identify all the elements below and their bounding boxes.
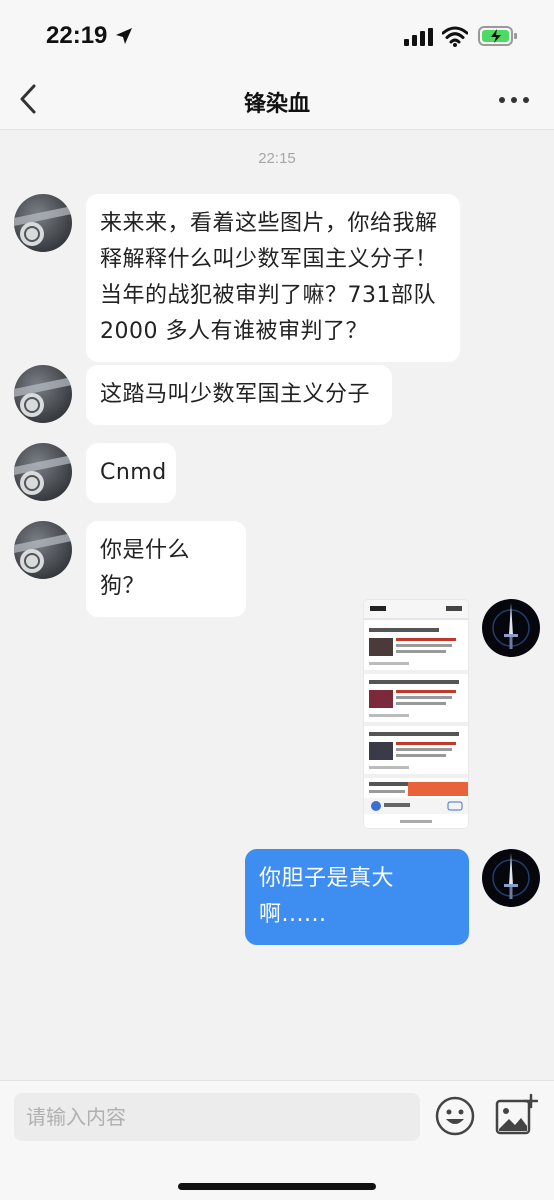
user-avatar[interactable] <box>482 599 540 657</box>
status-time: 22:19 <box>46 22 108 49</box>
cellular-signal-icon <box>404 28 433 46</box>
location-arrow-icon <box>116 28 132 44</box>
message-input-bar <box>0 1080 554 1200</box>
more-dots-icon[interactable] <box>494 88 534 112</box>
home-indicator[interactable] <box>178 1183 376 1190</box>
user-avatar[interactable] <box>482 849 540 907</box>
message-timestamp: 22:15 <box>258 150 296 167</box>
page-title: 锋染血 <box>243 92 310 117</box>
message-bubble-outgoing[interactable]: 你胆子是真大啊...... <box>245 849 469 945</box>
message-bubble-incoming[interactable]: 你是什么狗？ <box>86 521 246 617</box>
message-bubble-incoming[interactable]: Cnmd <box>86 443 176 503</box>
contact-avatar[interactable] <box>14 521 72 579</box>
message-input[interactable] <box>14 1093 420 1141</box>
contact-avatar[interactable] <box>14 194 72 252</box>
status-bar: 22:19 <box>0 0 554 70</box>
message-bubble-incoming[interactable]: 这踏马叫少数军国主义分子 <box>86 365 392 425</box>
nav-bar: 锋染血 <box>0 70 554 130</box>
wifi-icon <box>442 26 468 47</box>
message-bubble-incoming[interactable]: 来来来，看着这些图片，你给我解 释解释什么叫少数军国主义分子！ 当年的战犯被审判… <box>86 194 460 362</box>
image-message-thumbnail[interactable] <box>364 600 468 828</box>
contact-avatar[interactable] <box>14 365 72 423</box>
battery-charging-icon <box>478 26 517 46</box>
contact-avatar[interactable] <box>14 443 72 501</box>
image-add-icon[interactable] <box>494 1093 538 1137</box>
emoji-icon[interactable] <box>434 1095 476 1137</box>
